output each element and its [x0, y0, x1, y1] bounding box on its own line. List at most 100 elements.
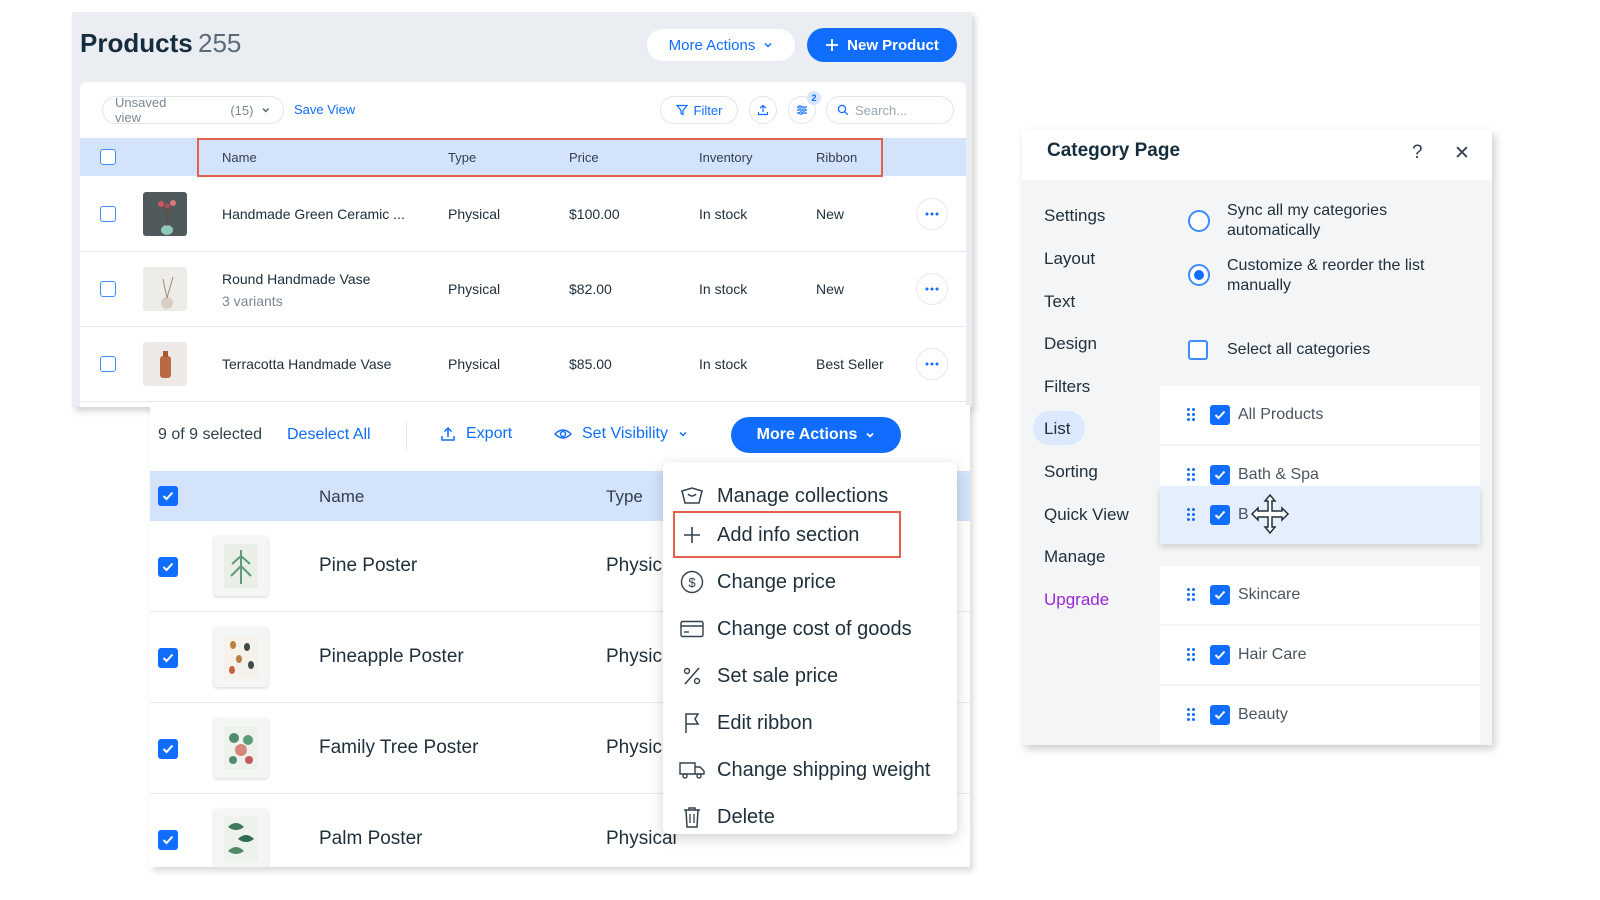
menu-item-delete[interactable]: Delete: [663, 797, 957, 837]
category-checkbox[interactable]: [1210, 505, 1230, 525]
nav-item-design[interactable]: Design: [1044, 334, 1097, 354]
select-all-checkbox[interactable]: [100, 149, 116, 165]
more-actions-menu: Manage collections Add info section $ Ch…: [663, 462, 957, 834]
category-row[interactable]: Bath & Spa: [1160, 446, 1480, 486]
more-dots-icon: [925, 287, 939, 291]
menu-item-change-price[interactable]: $ Change price: [663, 562, 957, 602]
check-icon: [162, 491, 174, 501]
upload-icon: [757, 104, 769, 116]
row-checkbox[interactable]: [100, 206, 116, 222]
row-checkbox[interactable]: [158, 830, 178, 850]
menu-item-label: Change shipping weight: [717, 758, 931, 781]
category-page-panel: Category Page ? ✕ Settings Layout Text D…: [1022, 130, 1492, 745]
product-type: Physic: [606, 646, 662, 667]
nav-item-upgrade[interactable]: Upgrade: [1044, 590, 1109, 610]
category-row-dragging[interactable]: B: [1160, 486, 1480, 544]
nav-item-list[interactable]: List: [1044, 419, 1070, 439]
menu-item-set-sale-price[interactable]: Set sale price: [663, 656, 957, 696]
more-actions-label: More Actions: [668, 36, 756, 54]
product-thumbnail: [214, 536, 268, 596]
new-product-button[interactable]: New Product: [807, 28, 957, 62]
menu-item-change-shipping-weight[interactable]: Change shipping weight: [663, 750, 957, 790]
nav-item-quick-view[interactable]: Quick View: [1044, 505, 1129, 525]
check-icon: [162, 835, 174, 845]
more-actions-button[interactable]: More Actions: [731, 417, 901, 453]
row-checkbox[interactable]: [158, 739, 178, 759]
export-label: Export: [466, 425, 513, 442]
flag-icon: [679, 710, 705, 736]
new-product-label: New Product: [847, 36, 939, 54]
drag-handle-icon[interactable]: [1187, 508, 1195, 521]
category-row[interactable]: Hair Care: [1160, 626, 1480, 684]
select-all-checkbox[interactable]: [1188, 340, 1208, 360]
category-checkbox[interactable]: [1210, 705, 1230, 725]
category-row[interactable]: Beauty: [1160, 686, 1480, 744]
export-icon-button[interactable]: [749, 96, 777, 124]
row-checkbox[interactable]: [100, 356, 116, 372]
column-header-name[interactable]: Name: [319, 487, 364, 507]
save-view-link[interactable]: Save View: [294, 102, 355, 117]
menu-item-manage-collections[interactable]: Manage collections: [663, 476, 957, 516]
set-visibility-button[interactable]: Set Visibility: [554, 425, 688, 443]
column-header-type[interactable]: Type: [606, 487, 643, 507]
table-row[interactable]: Terracotta Handmade Vase Physical $85.00…: [80, 327, 966, 402]
nav-item-manage[interactable]: Manage: [1044, 547, 1105, 567]
filter-button[interactable]: Filter: [660, 96, 738, 124]
row-more-button[interactable]: [916, 273, 948, 305]
nav-item-text[interactable]: Text: [1044, 292, 1075, 312]
export-button[interactable]: Export: [440, 425, 512, 443]
drag-handle-icon[interactable]: [1187, 708, 1195, 721]
dollar-circle-icon: $: [679, 569, 705, 595]
check-icon: [162, 562, 174, 572]
customize-radio[interactable]: [1188, 264, 1210, 286]
row-more-button[interactable]: [916, 348, 948, 380]
nav-item-sorting[interactable]: Sorting: [1044, 462, 1098, 482]
svg-text:$: $: [688, 575, 696, 590]
product-inventory: In stock: [699, 281, 748, 297]
deselect-all-link[interactable]: Deselect All: [287, 426, 371, 444]
drag-handle-icon[interactable]: [1187, 648, 1195, 661]
category-row[interactable]: Skincare: [1160, 566, 1480, 624]
help-icon[interactable]: ?: [1412, 142, 1423, 164]
product-type: Physical: [448, 206, 501, 222]
select-all-label: Select all categories: [1227, 341, 1371, 358]
row-checkbox[interactable]: [158, 648, 178, 668]
category-checkbox[interactable]: [1210, 465, 1230, 485]
move-cursor-icon: [1250, 493, 1290, 535]
nav-item-layout[interactable]: Layout: [1044, 249, 1095, 269]
menu-item-edit-ribbon[interactable]: Edit ribbon: [663, 703, 957, 743]
product-thumbnail: [214, 627, 268, 687]
trash-icon: [679, 804, 705, 830]
drag-handle-icon[interactable]: [1187, 588, 1195, 601]
table-row[interactable]: Handmade Green Ceramic ... Physical $100…: [80, 177, 966, 252]
view-select[interactable]: Unsaved view (15): [102, 95, 284, 125]
product-ribbon: New: [816, 206, 845, 222]
search-input[interactable]: Search...: [826, 96, 954, 124]
nav-item-settings[interactable]: Settings: [1044, 206, 1105, 226]
product-inventory: In stock: [699, 206, 748, 222]
menu-item-change-cost-of-goods[interactable]: Change cost of goods: [663, 609, 957, 649]
drag-handle-icon[interactable]: [1187, 408, 1195, 421]
product-name: Handmade Green Ceramic ...: [222, 206, 405, 222]
sliders-icon: [797, 105, 807, 115]
product-name: Pineapple Poster: [319, 646, 464, 667]
close-icon[interactable]: ✕: [1454, 142, 1470, 165]
category-checkbox[interactable]: [1210, 645, 1230, 665]
check-icon: [162, 653, 174, 663]
product-price: $82.00: [569, 281, 612, 297]
product-price: $100.00: [569, 206, 620, 222]
more-actions-button[interactable]: More Actions: [647, 29, 795, 61]
row-checkbox[interactable]: [100, 281, 116, 297]
row-checkbox[interactable]: [158, 557, 178, 577]
menu-item-label: Change price: [717, 570, 836, 593]
nav-item-filters[interactable]: Filters: [1044, 377, 1090, 397]
category-checkbox[interactable]: [1210, 585, 1230, 605]
table-row[interactable]: Round Handmade Vase 3 variants Physical …: [80, 252, 966, 327]
drag-handle-icon[interactable]: [1187, 468, 1195, 481]
category-checkbox[interactable]: [1210, 405, 1230, 425]
view-select-count: (15): [230, 102, 254, 118]
category-row[interactable]: All Products: [1160, 386, 1480, 444]
sync-radio[interactable]: [1188, 210, 1210, 232]
select-all-checkbox[interactable]: [158, 486, 178, 506]
row-more-button[interactable]: [916, 198, 948, 230]
